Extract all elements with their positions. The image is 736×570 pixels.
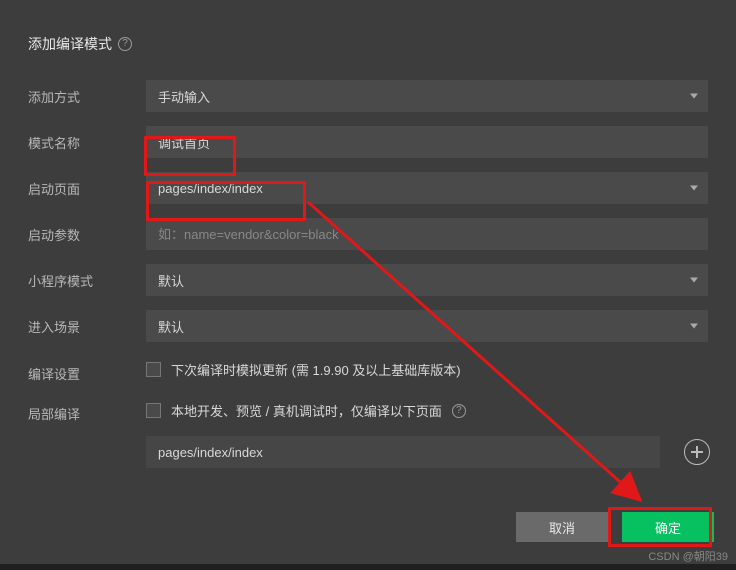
select-add-method[interactable] bbox=[146, 80, 708, 112]
row-mode-name: 模式名称 bbox=[28, 126, 708, 158]
label-mode-name: 模式名称 bbox=[28, 133, 146, 152]
checkbox-icon bbox=[146, 403, 161, 418]
select-start-page[interactable] bbox=[146, 172, 708, 204]
dialog-footer: 取消 确定 bbox=[516, 512, 714, 542]
row-add-method: 添加方式 bbox=[28, 80, 708, 112]
compile-mode-dialog: 添加编译模式 ? 添加方式 模式名称 启动页面 启动参数 bbox=[0, 0, 736, 468]
label-partial-compile: 局部编译 bbox=[28, 397, 146, 423]
label-enter-scene: 进入场景 bbox=[28, 317, 146, 336]
label-start-page: 启动页面 bbox=[28, 179, 146, 198]
help-icon[interactable]: ? bbox=[452, 404, 466, 418]
mini-program-mode-value[interactable] bbox=[146, 264, 708, 296]
checkbox-simulate-update[interactable]: 下次编译时模拟更新 (需 1.9.90 及以上基础库版本) bbox=[146, 356, 461, 383]
bottom-strip bbox=[0, 564, 736, 570]
label-mini-program-mode: 小程序模式 bbox=[28, 271, 146, 290]
select-mini-program-mode[interactable] bbox=[146, 264, 708, 296]
row-start-page: 启动页面 bbox=[28, 172, 708, 204]
checkbox-icon bbox=[146, 362, 161, 377]
help-icon[interactable]: ? bbox=[118, 37, 132, 51]
checkbox-partial-compile[interactable]: 本地开发、预览 / 真机调试时，仅编译以下页面 ? bbox=[146, 397, 710, 424]
checkbox-label-partial: 本地开发、预览 / 真机调试时，仅编译以下页面 bbox=[171, 401, 442, 420]
dialog-title-row: 添加编译模式 ? bbox=[28, 34, 708, 54]
row-start-params: 启动参数 bbox=[28, 218, 708, 250]
select-enter-scene[interactable] bbox=[146, 310, 708, 342]
dialog-title: 添加编译模式 bbox=[28, 34, 112, 54]
label-add-method: 添加方式 bbox=[28, 87, 146, 106]
mode-name-input[interactable] bbox=[146, 126, 708, 158]
add-page-button[interactable] bbox=[684, 439, 710, 465]
row-enter-scene: 进入场景 bbox=[28, 310, 708, 342]
cancel-button[interactable]: 取消 bbox=[516, 512, 608, 542]
row-compile-settings: 编译设置 下次编译时模拟更新 (需 1.9.90 及以上基础库版本) bbox=[28, 356, 708, 383]
add-method-value[interactable] bbox=[146, 80, 708, 112]
label-compile-settings: 编译设置 bbox=[28, 357, 146, 383]
checkbox-label-simulate: 下次编译时模拟更新 (需 1.9.90 及以上基础库版本) bbox=[171, 360, 461, 379]
start-params-input[interactable] bbox=[146, 218, 708, 250]
row-mini-program-mode: 小程序模式 bbox=[28, 264, 708, 296]
enter-scene-value[interactable] bbox=[146, 310, 708, 342]
start-page-value[interactable] bbox=[146, 172, 708, 204]
label-start-params: 启动参数 bbox=[28, 225, 146, 244]
partial-page-row bbox=[146, 436, 710, 468]
partial-page-input[interactable] bbox=[146, 436, 660, 468]
row-partial-compile: 局部编译 本地开发、预览 / 真机调试时，仅编译以下页面 ? bbox=[28, 397, 708, 468]
ok-button[interactable]: 确定 bbox=[622, 512, 714, 542]
watermark: CSDN @朝阳39 bbox=[648, 548, 728, 564]
